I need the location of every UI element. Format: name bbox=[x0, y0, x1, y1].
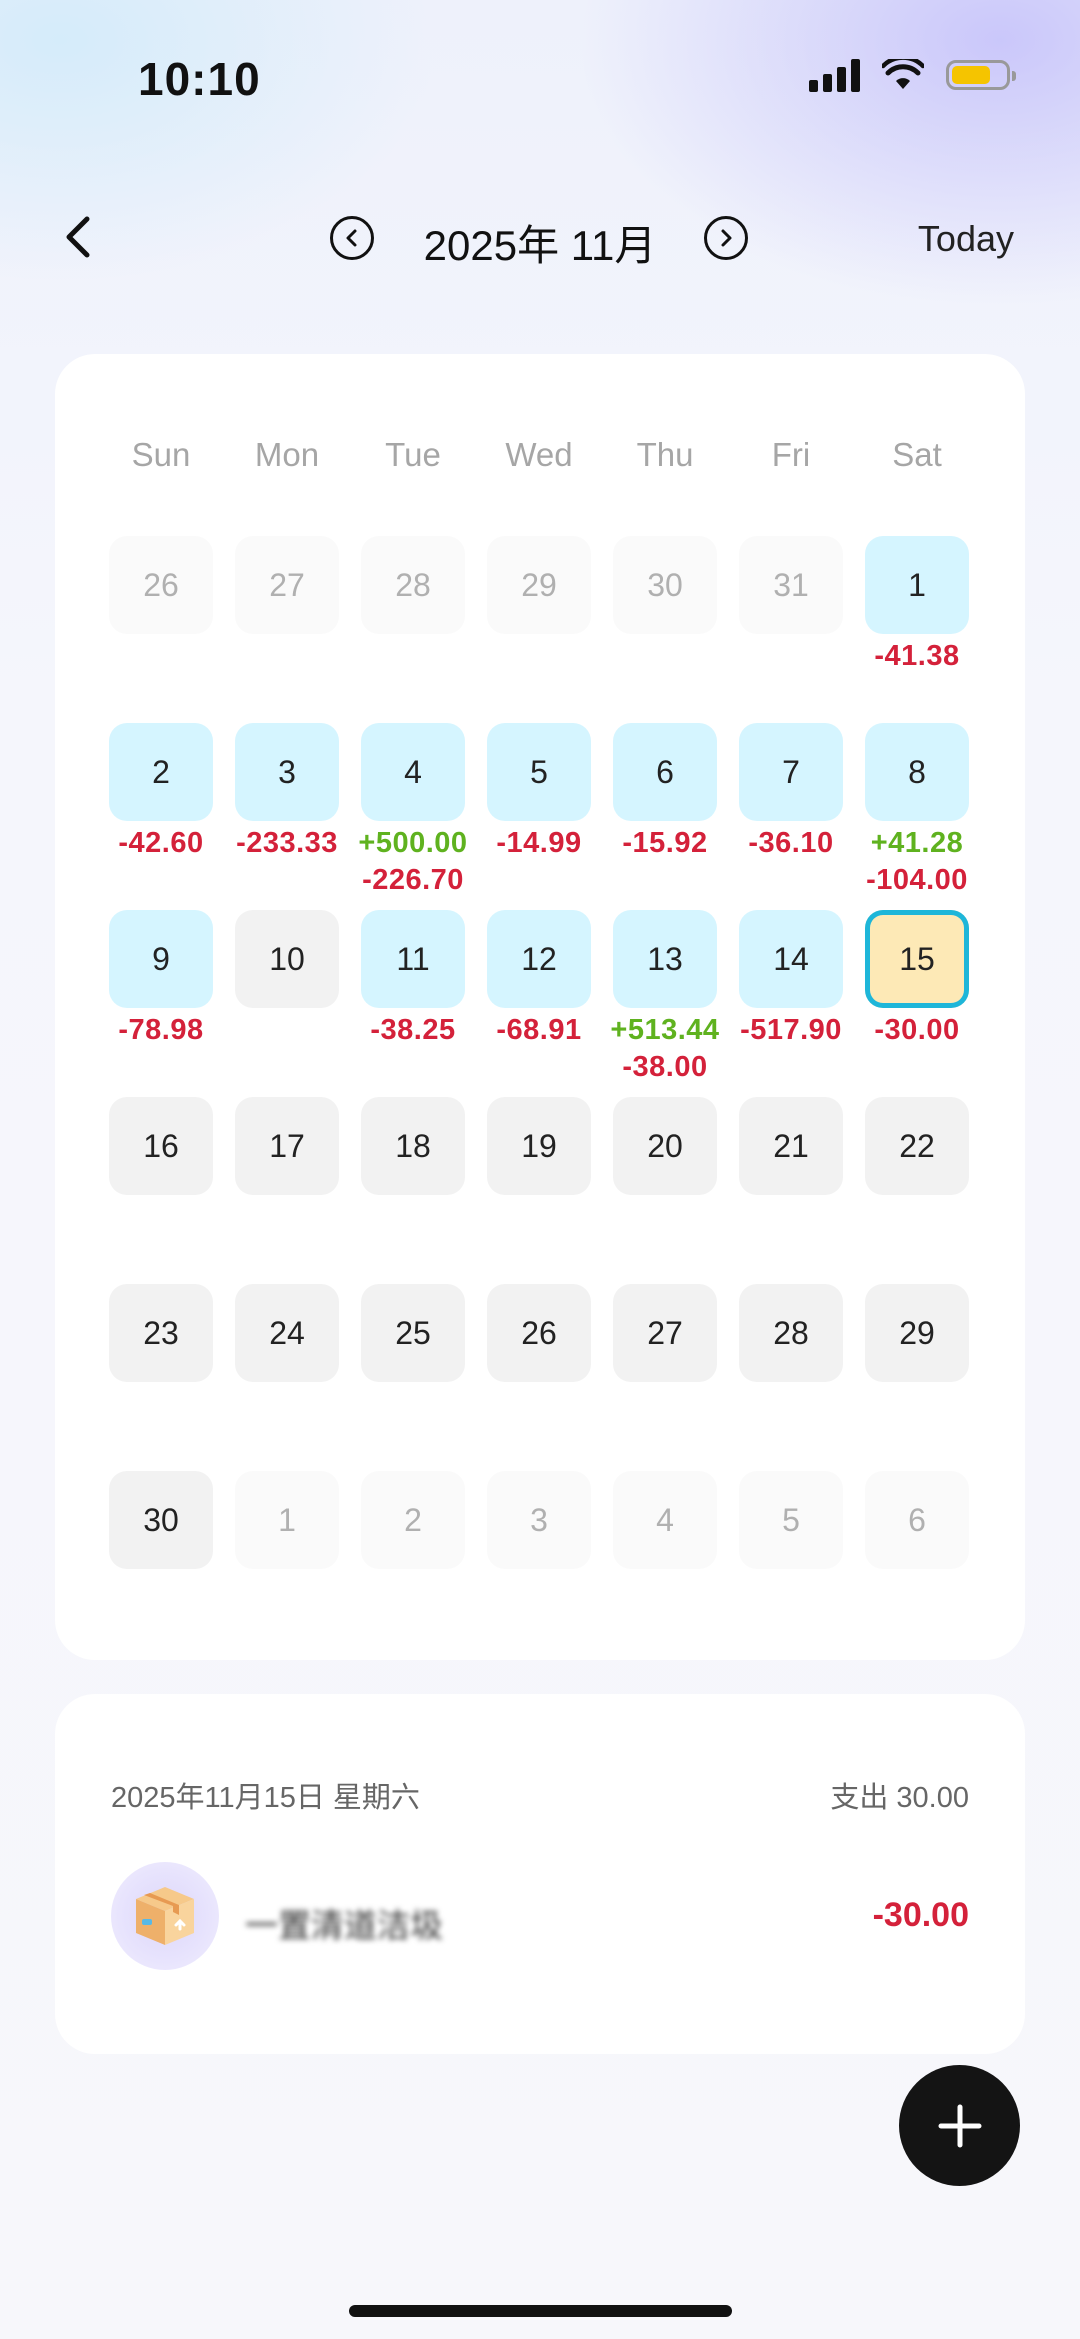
day-cell-selected[interactable]: 15 bbox=[865, 910, 969, 1008]
day-cell[interactable]: 22 bbox=[865, 1097, 969, 1195]
day-cell[interactable]: 27 bbox=[235, 536, 339, 634]
day-expense-amount: -68.91 bbox=[496, 1014, 582, 1046]
next-month-button[interactable] bbox=[704, 216, 748, 260]
add-record-button[interactable] bbox=[899, 2065, 1020, 2186]
day-cell[interactable]: 3 bbox=[235, 723, 339, 821]
calendar-card: Sun Mon Tue Wed Thu Fri Sat 26 27 28 29 30 31 1 -41.3… bbox=[55, 354, 1025, 1660]
weekday-label: Thu bbox=[636, 436, 694, 473]
day-cell[interactable]: 2 bbox=[109, 723, 213, 821]
day-income-amount: +41.28 bbox=[870, 827, 964, 859]
day-expense-amount: -14.99 bbox=[496, 827, 582, 859]
day-cell[interactable]: 31 bbox=[739, 536, 843, 634]
day-cell[interactable]: 29 bbox=[865, 1284, 969, 1382]
chevron-left-icon bbox=[346, 229, 357, 247]
back-button[interactable] bbox=[56, 212, 100, 262]
day-cell[interactable]: 7 bbox=[739, 723, 843, 821]
day-cell[interactable]: 29 bbox=[487, 536, 591, 634]
day-expense-amount: -15.92 bbox=[622, 827, 708, 859]
day-cell[interactable]: 2 bbox=[361, 1471, 465, 1569]
day-expense-amount: -517.90 bbox=[740, 1014, 842, 1046]
day-cell[interactable]: 19 bbox=[487, 1097, 591, 1195]
weekday-label: Wed bbox=[505, 436, 573, 473]
day-cell[interactable]: 18 bbox=[361, 1097, 465, 1195]
previous-month-button[interactable] bbox=[330, 216, 374, 260]
day-cell[interactable]: 3 bbox=[487, 1471, 591, 1569]
day-cell[interactable]: 13 bbox=[613, 910, 717, 1008]
day-cell[interactable]: 5 bbox=[487, 723, 591, 821]
day-cell[interactable]: 30 bbox=[109, 1471, 213, 1569]
day-cell[interactable]: 10 bbox=[235, 910, 339, 1008]
day-income-amount: +500.00 bbox=[358, 827, 468, 859]
cellular-signal-icon bbox=[809, 58, 860, 92]
chevron-right-icon bbox=[721, 229, 732, 247]
day-income-amount: +513.44 bbox=[610, 1014, 720, 1046]
day-detail-card: 2025年11月15日 星期六 支出 30.00 一置清道洁圾 -30.00 bbox=[55, 1694, 1025, 2054]
weekday-label: Fri bbox=[771, 436, 811, 473]
day-cell[interactable]: 6 bbox=[613, 723, 717, 821]
day-cell[interactable]: 11 bbox=[361, 910, 465, 1008]
day-expense-amount: -41.38 bbox=[874, 640, 960, 672]
day-expense-amount: -233.33 bbox=[236, 827, 338, 859]
day-cell[interactable]: 9 bbox=[109, 910, 213, 1008]
day-expense-amount: -104.00 bbox=[866, 864, 968, 896]
wifi-icon bbox=[882, 59, 924, 89]
battery-icon bbox=[946, 60, 1016, 90]
transaction-name: 一置清道洁圾 bbox=[245, 1907, 443, 1944]
plus-icon bbox=[938, 2104, 981, 2147]
transaction-amount: -30.00 bbox=[872, 1896, 969, 1934]
day-cell[interactable]: 14 bbox=[739, 910, 843, 1008]
selected-date-label: 2025年11月15日 星期六 bbox=[111, 1782, 420, 1814]
day-cell[interactable]: 4 bbox=[613, 1471, 717, 1569]
day-cell[interactable]: 27 bbox=[613, 1284, 717, 1382]
day-expense-amount: -38.00 bbox=[622, 1051, 708, 1083]
expense-summary: 支出 30.00 bbox=[830, 1782, 969, 1814]
day-cell[interactable]: 26 bbox=[487, 1284, 591, 1382]
day-cell[interactable]: 25 bbox=[361, 1284, 465, 1382]
day-cell[interactable]: 23 bbox=[109, 1284, 213, 1382]
day-cell[interactable]: 24 bbox=[235, 1284, 339, 1382]
day-expense-amount: -38.25 bbox=[370, 1014, 456, 1046]
status-time: 10:10 bbox=[138, 53, 261, 105]
day-expense-amount: -42.60 bbox=[118, 827, 204, 859]
day-expense-amount: -30.00 bbox=[874, 1014, 960, 1046]
weekday-label: Tue bbox=[385, 436, 441, 473]
day-expense-amount: -226.70 bbox=[362, 864, 464, 896]
day-cell[interactable]: 21 bbox=[739, 1097, 843, 1195]
day-cell[interactable]: 16 bbox=[109, 1097, 213, 1195]
day-cell[interactable]: 28 bbox=[739, 1284, 843, 1382]
day-cell[interactable]: 30 bbox=[613, 536, 717, 634]
weekday-label: Sun bbox=[131, 436, 191, 473]
today-button[interactable]: Today bbox=[918, 218, 1014, 260]
month-title: 2025年 11月 bbox=[423, 222, 657, 269]
weekday-label: Mon bbox=[254, 436, 320, 473]
weekday-label: Sat bbox=[892, 436, 942, 473]
day-expense-amount: -78.98 bbox=[118, 1014, 204, 1046]
day-cell[interactable]: 26 bbox=[109, 536, 213, 634]
day-cell[interactable]: 1 bbox=[235, 1471, 339, 1569]
day-cell[interactable]: 28 bbox=[361, 536, 465, 634]
day-cell[interactable]: 5 bbox=[739, 1471, 843, 1569]
status-icons bbox=[809, 58, 1016, 92]
day-cell[interactable]: 4 bbox=[361, 723, 465, 821]
package-box-icon bbox=[111, 1862, 219, 1970]
day-cell[interactable]: 1 bbox=[865, 536, 969, 634]
day-cell[interactable]: 8 bbox=[865, 723, 969, 821]
day-cell[interactable]: 20 bbox=[613, 1097, 717, 1195]
day-cell[interactable]: 6 bbox=[865, 1471, 969, 1569]
home-indicator bbox=[349, 2305, 732, 2317]
day-cell[interactable]: 12 bbox=[487, 910, 591, 1008]
day-cell[interactable]: 17 bbox=[235, 1097, 339, 1195]
chevron-left-icon bbox=[66, 216, 90, 258]
day-expense-amount: -36.10 bbox=[748, 827, 834, 859]
